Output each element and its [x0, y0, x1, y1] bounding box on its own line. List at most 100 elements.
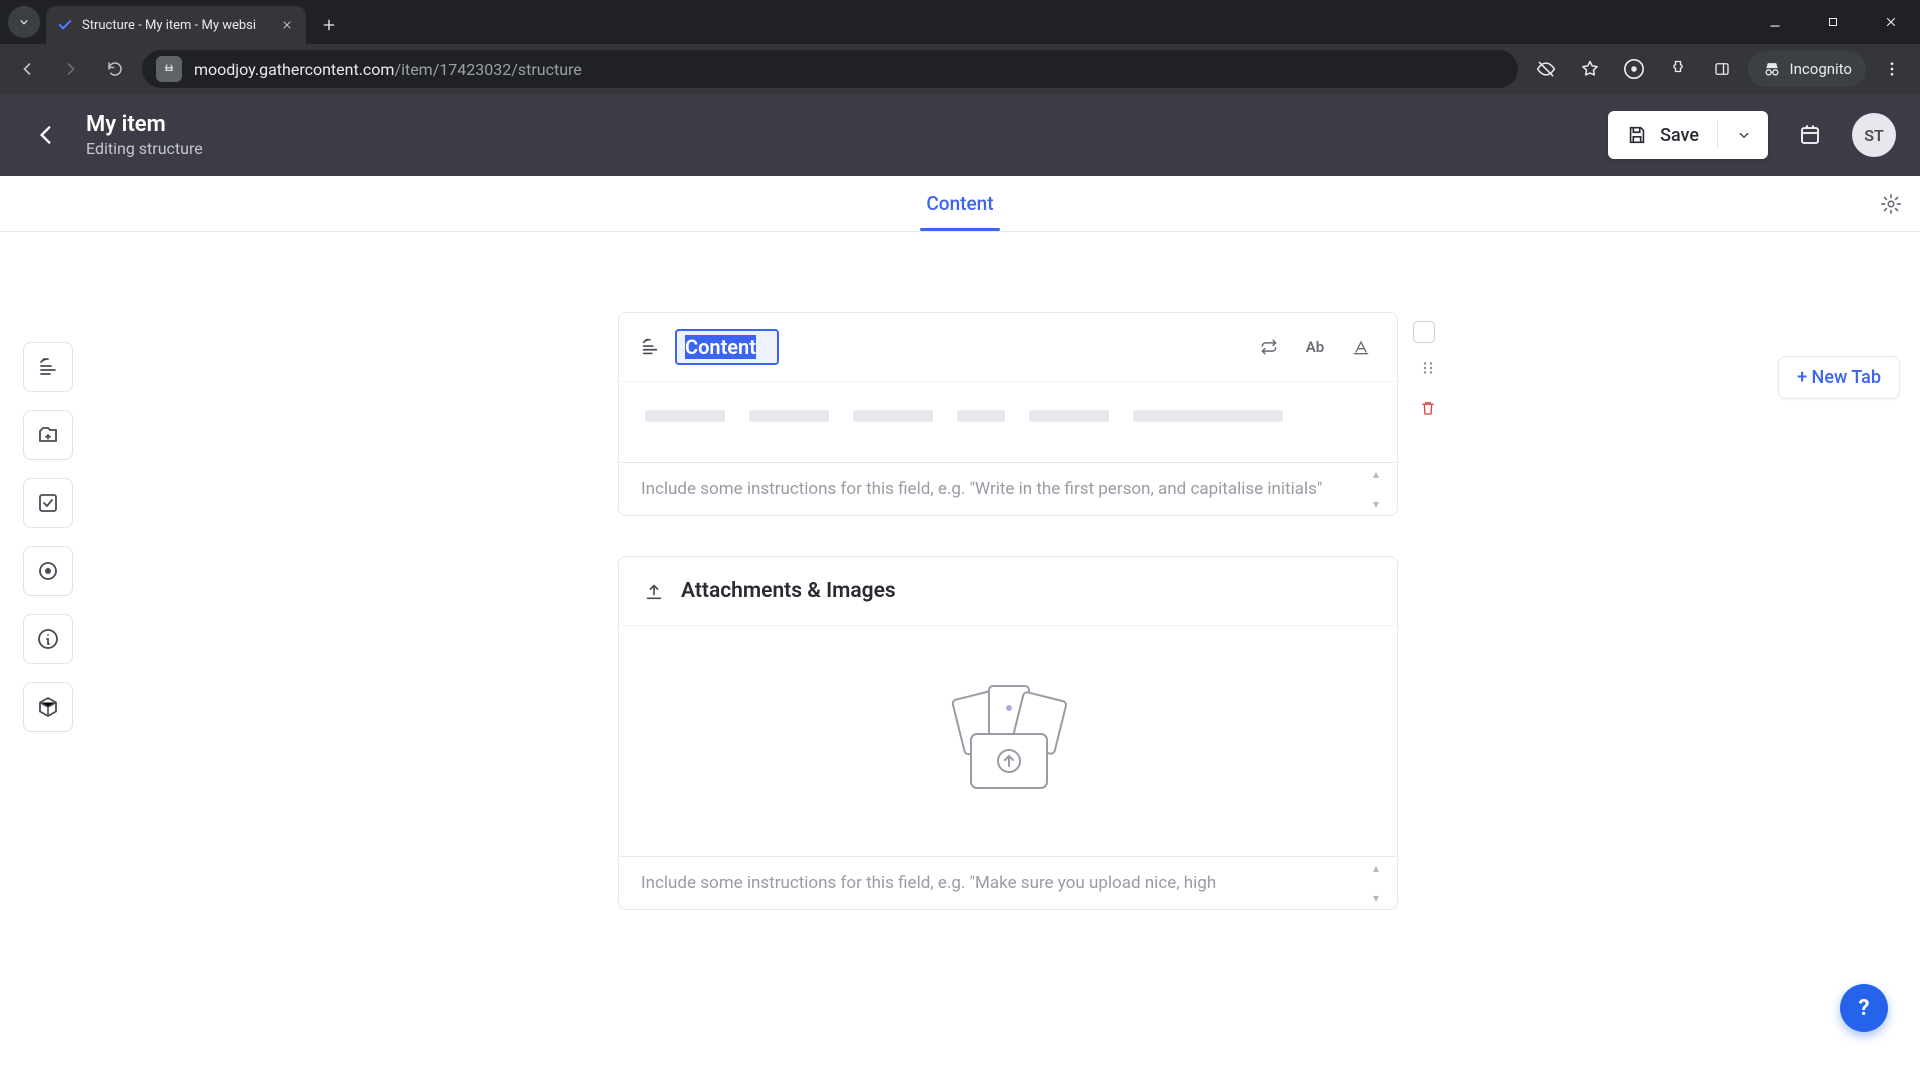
star-icon	[1580, 59, 1600, 79]
plus-icon	[321, 17, 337, 33]
instructions-placeholder: Include some instructions for this field…	[641, 479, 1322, 499]
field-side-actions	[1413, 321, 1443, 423]
field-instructions-input[interactable]: Include some instructions for this field…	[619, 856, 1397, 909]
field-card-content[interactable]: Ab Include some instructions for this fi…	[618, 312, 1398, 516]
text-limit-icon	[1351, 337, 1371, 357]
folder-upload-icon	[36, 423, 60, 447]
field-format-button[interactable]: Ab	[1299, 331, 1331, 363]
avatar[interactable]: ST	[1852, 113, 1896, 157]
bookmark-star-button[interactable]	[1572, 51, 1608, 87]
url-text: moodjoy.gathercontent.com/item/17423032/…	[194, 60, 582, 79]
field-name-input[interactable]	[675, 329, 779, 365]
arrow-left-icon	[33, 122, 59, 148]
field-palette	[0, 232, 96, 1080]
nav-forward-button[interactable]	[54, 52, 88, 86]
eye-off-icon[interactable]	[1528, 51, 1564, 87]
radio-icon	[36, 559, 60, 583]
canvas: Ab Include some instructions for this fi…	[96, 232, 1920, 1080]
tab-content[interactable]: Content	[920, 192, 999, 215]
field-repeat-button[interactable]	[1253, 331, 1285, 363]
help-label: ?	[1859, 996, 1870, 1021]
new-tab-button[interactable]: + New Tab	[1778, 356, 1900, 399]
palette-guideline-button[interactable]	[23, 614, 73, 664]
skeleton-bar	[1029, 410, 1109, 422]
palette-checkbox-button[interactable]	[23, 478, 73, 528]
text-icon	[36, 355, 60, 379]
close-icon	[1884, 15, 1898, 29]
info-icon	[36, 627, 60, 651]
save-divider	[1717, 121, 1718, 149]
reload-icon	[106, 60, 124, 78]
arrow-left-icon	[17, 59, 37, 79]
new-browser-tab-button[interactable]	[314, 10, 344, 40]
browser-menu-button[interactable]	[1874, 51, 1910, 87]
nav-reload-button[interactable]	[98, 52, 132, 86]
header-titles: My item Editing structure	[86, 112, 1590, 158]
incognito-icon	[1762, 59, 1782, 79]
back-button[interactable]	[24, 113, 68, 157]
skeleton-bar	[749, 410, 829, 422]
upload-dropzone[interactable]	[619, 626, 1397, 856]
window-close-button[interactable]	[1862, 0, 1920, 44]
textarea-scrollbar[interactable]: ▴▾	[1373, 467, 1391, 511]
avatar-initials: ST	[1864, 126, 1884, 145]
kebab-icon	[1883, 60, 1901, 78]
chevron-down-icon	[17, 15, 31, 29]
sidepanel-button[interactable]	[1704, 51, 1740, 87]
field-delete-button[interactable]	[1413, 393, 1443, 423]
palette-component-button[interactable]	[23, 682, 73, 732]
tab-settings-button[interactable]	[1880, 193, 1902, 215]
maximize-icon	[1827, 16, 1839, 28]
arrow-right-icon	[61, 59, 81, 79]
field-card-attachments[interactable]: Attachments & Images	[618, 556, 1398, 910]
window-minimize-button[interactable]	[1746, 0, 1804, 44]
checkbox-icon	[36, 491, 60, 515]
close-icon	[281, 19, 293, 31]
field-header: Ab	[619, 313, 1397, 382]
field-title: Attachments & Images	[681, 579, 896, 603]
app-header: My item Editing structure Save ST	[0, 94, 1920, 176]
incognito-chip[interactable]: Incognito	[1748, 51, 1866, 87]
tab-title: Structure - My item - My websi	[82, 18, 270, 33]
field-limit-button[interactable]	[1345, 331, 1377, 363]
calendar-icon	[1798, 123, 1822, 147]
save-icon	[1626, 124, 1648, 146]
field-header: Attachments & Images	[619, 557, 1397, 626]
skeleton-bar	[1133, 410, 1283, 422]
nav-back-button[interactable]	[10, 52, 44, 86]
trash-icon	[1419, 399, 1437, 417]
url-bar[interactable]: moodjoy.gathercontent.com/item/17423032/…	[142, 50, 1518, 88]
incognito-label: Incognito	[1790, 60, 1852, 78]
field-select-checkbox[interactable]	[1413, 321, 1435, 343]
panel-icon	[1713, 60, 1731, 78]
tab-close-button[interactable]	[278, 16, 296, 34]
textarea-scrollbar[interactable]: ▴▾	[1373, 861, 1391, 905]
help-fab[interactable]: ?	[1840, 984, 1888, 1032]
repeat-icon	[1259, 337, 1279, 357]
puzzle-icon	[1668, 59, 1688, 79]
palette-text-button[interactable]	[23, 342, 73, 392]
skeleton-bar	[853, 410, 933, 422]
palette-attachment-button[interactable]	[23, 410, 73, 460]
site-settings-icon[interactable]	[156, 56, 182, 82]
tab-search-button[interactable]	[8, 6, 40, 38]
text-field-icon	[639, 336, 661, 358]
chevron-down-icon	[1735, 126, 1753, 144]
page-subtitle: Editing structure	[86, 139, 1590, 158]
window-maximize-button[interactable]	[1804, 0, 1862, 44]
extensions-button[interactable]	[1660, 51, 1696, 87]
field-instructions-input[interactable]: Include some instructions for this field…	[619, 462, 1397, 515]
upload-icon	[643, 580, 665, 602]
template-button[interactable]	[1786, 111, 1834, 159]
page-title: My item	[86, 112, 1590, 137]
save-button[interactable]: Save	[1608, 111, 1768, 159]
palette-radio-button[interactable]	[23, 546, 73, 596]
tab-nav: Content	[0, 176, 1920, 232]
browser-tab[interactable]: Structure - My item - My websi	[46, 6, 306, 44]
profile-icon[interactable]	[1616, 51, 1652, 87]
upload-illustration-icon	[923, 676, 1093, 806]
field-drag-handle[interactable]	[1413, 353, 1443, 383]
skeleton-bar	[957, 410, 1005, 422]
save-dropdown-button[interactable]	[1730, 126, 1758, 144]
instructions-placeholder: Include some instructions for this field…	[641, 873, 1216, 893]
